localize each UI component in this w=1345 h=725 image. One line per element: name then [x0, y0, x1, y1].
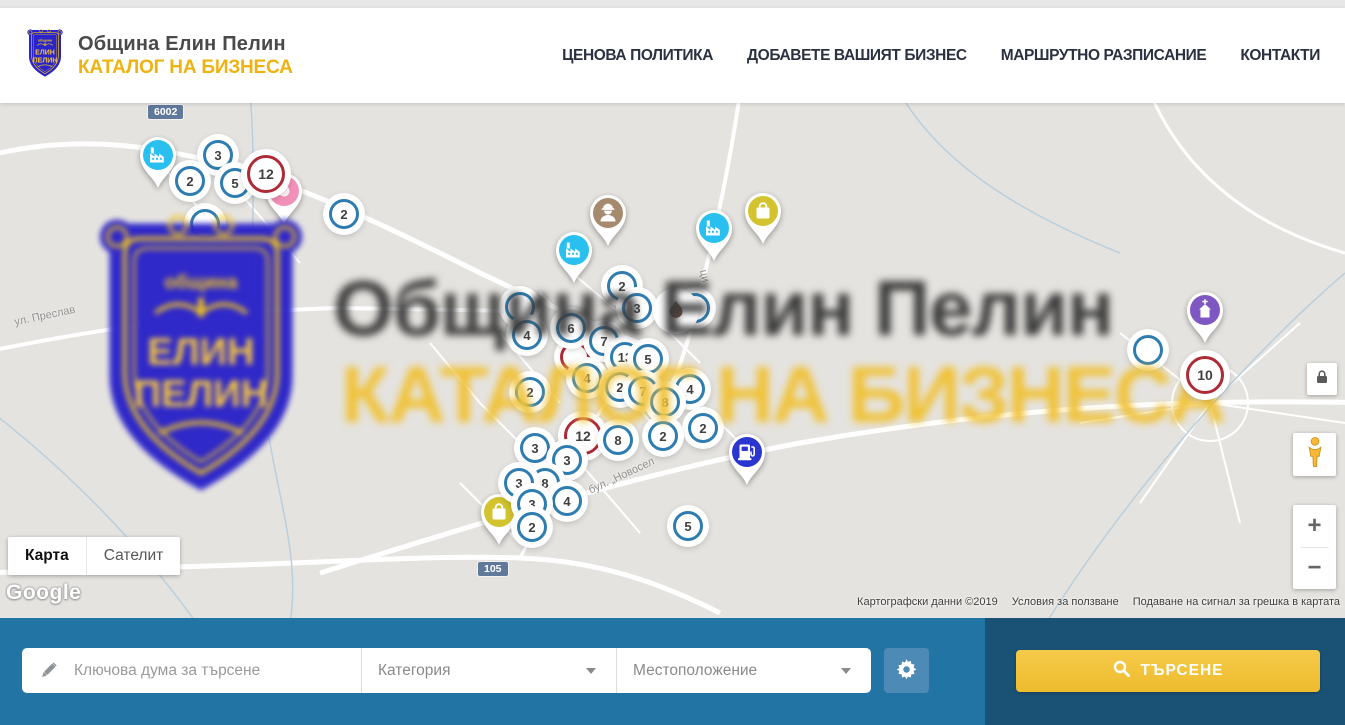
map-type-map-button[interactable]: Карта [8, 537, 86, 575]
map-marker-cluster[interactable]: 8 [650, 387, 680, 417]
map-marker-cluster[interactable]: 2 [648, 421, 678, 451]
site-subtitle: КАТАЛОГ НА БИЗНЕСА [78, 57, 293, 79]
map-marker-cluster[interactable]: 3 [622, 293, 652, 323]
map-marker-cluster[interactable]: 3 [552, 445, 582, 475]
keyword-search-input[interactable] [74, 648, 361, 693]
map-marker-pin-fuel[interactable] [724, 430, 770, 493]
pencil-icon [22, 648, 74, 693]
map-marker-pin-factory[interactable] [691, 206, 737, 269]
search-submit-button[interactable]: ТЪРСЕНЕ [1016, 650, 1320, 692]
map-marker-cluster[interactable]: 4 [552, 486, 582, 516]
zoom-out-button[interactable]: − [1293, 547, 1336, 589]
map-marker-flame[interactable] [659, 294, 693, 328]
category-select[interactable]: Категория [362, 648, 616, 693]
nav-item-add-your-business[interactable]: ДОБАВЕТЕ ВАШИЯТ БИЗНЕС [747, 47, 967, 65]
lock-icon [1314, 369, 1330, 390]
map-marker-cluster[interactable]: 4 [512, 320, 542, 350]
road-number-badge: 6002 [148, 105, 183, 119]
map-marker-pin-church[interactable] [1182, 288, 1228, 351]
google-logo[interactable]: Google [6, 581, 81, 605]
map-marker-cluster[interactable]: 2 [515, 377, 545, 407]
map-marker-cluster[interactable]: 5 [633, 344, 663, 374]
zoom-control: + − [1293, 505, 1336, 589]
svg-text:ЕЛИН: ЕЛИН [35, 50, 55, 57]
map-marker-cluster[interactable]: 2 [175, 166, 205, 196]
attribution-report-link[interactable]: Подаване на сигнал за грешка в картата [1133, 596, 1340, 608]
location-select[interactable]: Местоположение [617, 648, 871, 693]
attribution-terms-link[interactable]: Условия за ползване [1012, 596, 1119, 608]
map-marker-cluster[interactable]: 8 [603, 425, 633, 455]
svg-text:община: община [38, 38, 53, 42]
chevron-down-icon [841, 668, 851, 674]
flame-icon [664, 299, 688, 323]
map-marker-cluster[interactable]: 2 [517, 512, 547, 542]
map-marker-cluster[interactable]: 12 [247, 155, 285, 193]
gear-icon [896, 659, 917, 683]
site-header: община ЕЛИН ПЕЛИН Община Елин Пелин КАТА… [0, 8, 1345, 103]
street-label: ци [697, 269, 711, 284]
map-canvas[interactable]: 325122235467135422748221283383432510 общ… [0, 103, 1345, 618]
map-marker-cluster[interactable]: 6 [556, 313, 586, 343]
category-select-value: Категория [378, 662, 450, 680]
municipality-crest-logo: община ЕЛИН ПЕЛИН [25, 27, 65, 84]
chevron-down-icon [586, 668, 596, 674]
map-marker-cluster[interactable]: 3 [520, 433, 550, 463]
zoom-in-button[interactable]: + [1293, 505, 1336, 547]
site-logo-link[interactable]: община ЕЛИН ПЕЛИН Община Елин Пелин КАТА… [25, 27, 293, 84]
map-type-satellite-button[interactable]: Сателит [86, 537, 180, 575]
map-marker-cluster[interactable] [505, 292, 535, 322]
magnifier-icon [1113, 660, 1130, 682]
street-view-pegman-button[interactable] [1293, 433, 1336, 476]
main-nav: ЦЕНОВА ПОЛИТИКА ДОБАВЕТЕ ВАШИЯТ БИЗНЕС М… [562, 47, 1320, 65]
map-attribution: Картографски данни ©2019 Условия за полз… [857, 596, 1340, 608]
attribution-copyright: Картографски данни ©2019 [857, 596, 998, 608]
map-marker-pin-bag[interactable] [476, 490, 522, 553]
search-bar: Категория Местоположение ТЪРСЕНЕ [0, 618, 1345, 725]
map-marker-cluster[interactable]: 5 [673, 511, 703, 541]
map-marker-pin-factory[interactable] [551, 228, 597, 291]
map-type-control: Карта Сателит [8, 537, 180, 575]
svg-text:ПЕЛИН: ПЕЛИН [33, 57, 58, 64]
nav-item-pricing-policy[interactable]: ЦЕНОВА ПОЛИТИКА [562, 47, 713, 65]
lock-control[interactable] [1307, 363, 1337, 395]
map-marker-cluster[interactable]: 10 [1186, 356, 1224, 394]
site-title: Община Елин Пелин [78, 33, 293, 56]
pegman-icon [1303, 436, 1327, 473]
map-marker-cluster[interactable]: 4 [572, 363, 602, 393]
map-marker-cluster[interactable] [190, 209, 220, 239]
nav-item-contacts[interactable]: КОНТАКТИ [1240, 47, 1320, 65]
map-marker-pin-bag[interactable] [740, 189, 786, 252]
search-button-label: ТЪРСЕНЕ [1141, 662, 1224, 680]
location-select-value: Местоположение [633, 662, 757, 680]
map-marker-cluster[interactable] [1133, 335, 1163, 365]
map-marker-cluster[interactable]: 3 [203, 140, 233, 170]
map-marker-pin-factory[interactable] [135, 133, 181, 196]
advanced-search-settings-button[interactable] [884, 648, 929, 693]
map-marker-cluster[interactable]: 5 [220, 168, 250, 198]
road-number-badge: 105 [478, 562, 508, 576]
search-input-group: Категория Местоположение [22, 648, 871, 693]
nav-item-route-schedule[interactable]: МАРШРУТНО РАЗПИСАНИЕ [1001, 47, 1207, 65]
map-marker-cluster[interactable]: 2 [688, 413, 718, 443]
map-marker-cluster[interactable]: 2 [329, 199, 359, 229]
